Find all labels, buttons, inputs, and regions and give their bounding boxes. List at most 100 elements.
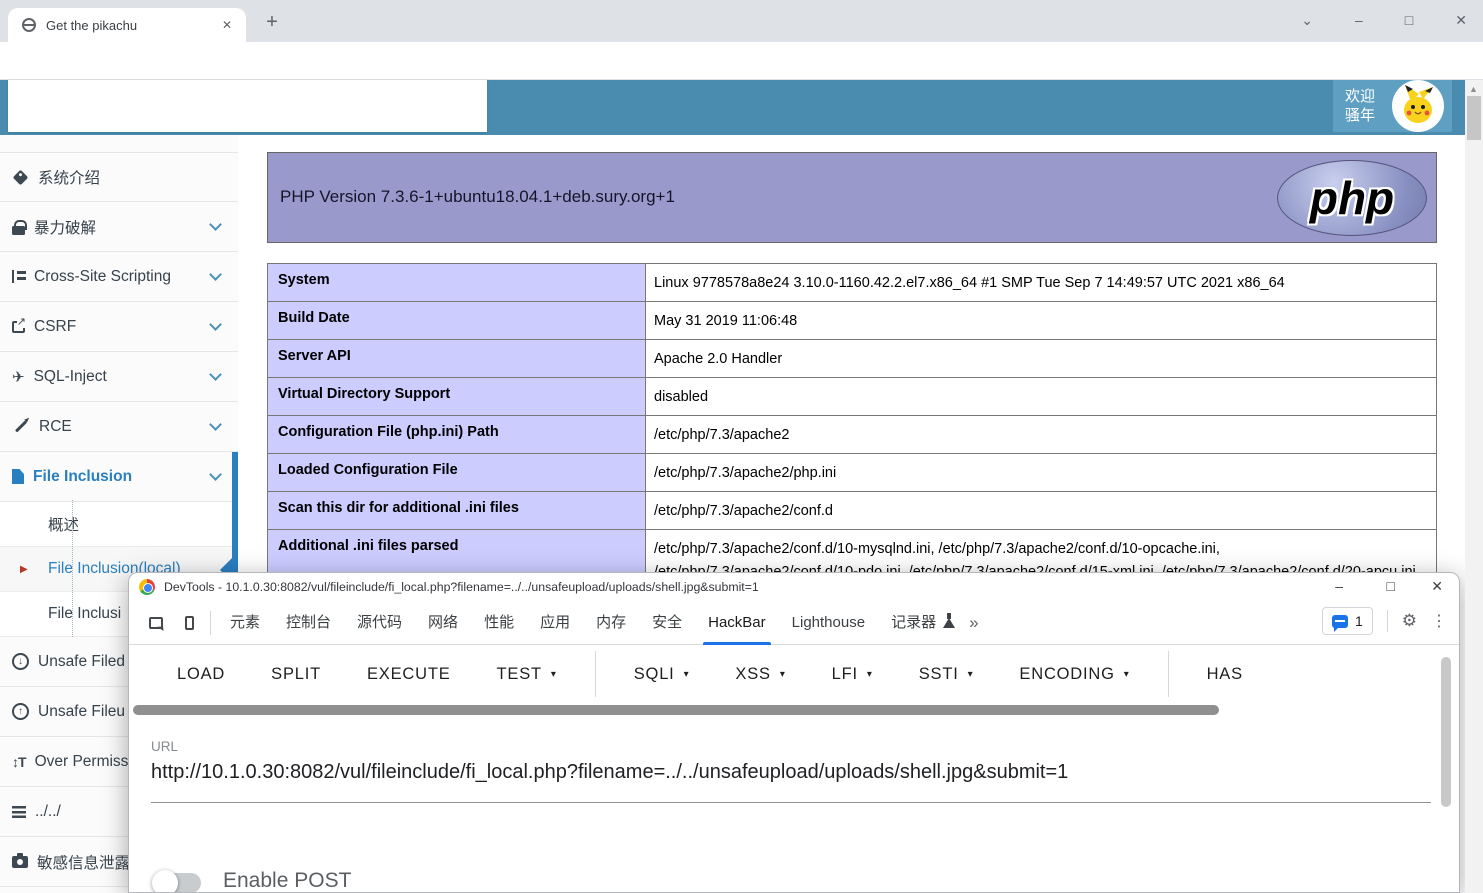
tab-console[interactable]: 控制台 — [273, 601, 344, 645]
file-icon — [12, 469, 24, 484]
row-value: May 31 2019 11:06:48 — [646, 302, 1436, 339]
row-value: Apache 2.0 Handler — [646, 340, 1436, 377]
sidebar-item-label: CSRF — [34, 318, 76, 336]
sidebar-item-label: Cross-Site Scripting — [34, 268, 171, 286]
scrollbar-up-arrow-icon[interactable]: ▲ — [1469, 84, 1478, 94]
more-tabs-icon[interactable]: » — [959, 613, 988, 633]
site-header: 欢迎 骚年 — [0, 80, 1465, 135]
hackbar-horizontal-scrollbar[interactable] — [133, 705, 1219, 715]
plane-icon: ✈ — [12, 368, 25, 386]
chevron-down-icon — [209, 318, 222, 331]
enable-post-label: Enable POST — [223, 869, 351, 893]
tab-recorder[interactable]: 记录器 — [878, 601, 949, 645]
devtools-close-button[interactable]: ✕ — [1425, 576, 1449, 597]
tab-sources[interactable]: 源代码 — [344, 601, 415, 645]
hashing-menu-button[interactable]: HAS — [1207, 665, 1243, 684]
sidebar-item-label: 系统介绍 — [38, 166, 100, 188]
page-scrollbar[interactable]: ▲ — [1465, 80, 1483, 893]
sidebar-item-file-inclusion[interactable]: File Inclusion — [0, 452, 238, 502]
issues-badge[interactable]: 1 — [1322, 607, 1373, 635]
sidebar-item-xss[interactable]: Cross-Site Scripting — [0, 252, 238, 302]
row-label: Scan this dir for additional .ini files — [268, 492, 646, 529]
welcome-box: 欢迎 骚年 — [1333, 80, 1452, 132]
inspect-element-icon[interactable] — [149, 617, 163, 629]
new-tab-button[interactable]: + — [258, 9, 286, 37]
row-label: Build Date — [268, 302, 646, 339]
tab-security[interactable]: 安全 — [639, 601, 695, 645]
devtools-vertical-scrollbar[interactable] — [1441, 657, 1451, 807]
row-value: /etc/php/7.3/apache2/conf.d — [646, 492, 1436, 529]
lfi-menu-button[interactable]: LFI▾ — [832, 665, 873, 684]
chevron-down-icon — [209, 218, 222, 231]
window-minimize-button[interactable]: – — [1349, 8, 1369, 32]
window-maximize-button[interactable]: □ — [1399, 8, 1419, 32]
sidebar-subitem-overview[interactable]: 概述 — [0, 502, 238, 547]
tag-icon — [13, 169, 29, 185]
browser-tab[interactable]: Get the pikachu ✕ — [8, 8, 246, 42]
row-value: disabled — [646, 378, 1436, 415]
sidebar-item-label: File Inclusion — [33, 468, 132, 486]
tab-title: Get the pikachu — [46, 18, 218, 33]
enable-post-toggle[interactable] — [155, 873, 201, 893]
devtools-menu-icon[interactable]: ⋮ — [1431, 611, 1447, 631]
caret-down-icon: ▾ — [867, 669, 873, 680]
table-row: Loaded Configuration File /etc/php/7.3/a… — [268, 454, 1436, 492]
globe-favicon-icon — [22, 18, 36, 32]
sidebar-item-sql-inject[interactable]: ✈ SQL-Inject — [0, 352, 238, 402]
load-button[interactable]: LOAD — [177, 665, 225, 684]
hackbar-divider — [595, 651, 596, 697]
execute-button[interactable]: EXECUTE — [367, 665, 451, 684]
devtools-maximize-button[interactable]: □ — [1381, 576, 1401, 596]
header-logo-box — [8, 80, 487, 132]
window-controls: ⌄ – □ ✕ — [1295, 0, 1473, 40]
sqli-menu-button[interactable]: SQLI▾ — [634, 665, 690, 684]
url-input[interactable]: http://10.1.0.30:8082/vul/fileinclude/fi… — [151, 761, 1436, 784]
tab-elements[interactable]: 元素 — [217, 601, 273, 645]
tab-lighthouse[interactable]: Lighthouse — [779, 601, 878, 645]
sidebar-item-label: SQL-Inject — [34, 368, 107, 386]
tab-search-icon[interactable]: ⌄ — [1295, 8, 1319, 33]
row-label: Server API — [268, 340, 646, 377]
sidebar-item-bruteforce[interactable]: 暴力破解 — [0, 202, 238, 252]
encoding-menu-button[interactable]: ENCODING▾ — [1019, 665, 1129, 684]
devtools-titlebar[interactable]: DevTools - 10.1.0.30:8082/vul/fileinclud… — [129, 573, 1459, 601]
controls-divider — [1387, 610, 1388, 632]
test-menu-button[interactable]: TEST▾ — [497, 665, 557, 684]
browser-toolbar: ← → ↻ ▲ 不安全 10.1.0.30:8082/vul/fileinclu… — [0, 42, 1483, 80]
row-value: /etc/php/7.3/apache2/php.ini — [646, 454, 1436, 491]
subitem-label: File Inclusi — [48, 605, 121, 623]
table-row: System Linux 9778578a8e24 3.10.0-1160.42… — [268, 264, 1436, 302]
chevron-down-icon — [209, 368, 222, 381]
sidebar-item-label: ../../ — [35, 803, 61, 821]
devtools-title: DevTools - 10.1.0.30:8082/vul/fileinclud… — [164, 580, 759, 594]
devtools-window: DevTools - 10.1.0.30:8082/vul/fileinclud… — [128, 572, 1460, 893]
tab-hackbar[interactable]: HackBar — [695, 601, 779, 645]
scrollbar-thumb[interactable] — [1467, 96, 1481, 140]
circle-down-icon: ↓ — [12, 653, 29, 670]
sidebar-item-label: Over Permiss — [35, 753, 129, 771]
phpinfo-banner: PHP Version 7.3.6-1+ubuntu18.04.1+deb.su… — [267, 152, 1437, 243]
tab-memory[interactable]: 内存 — [583, 601, 639, 645]
tab-close-icon[interactable]: ✕ — [218, 16, 236, 34]
tab-network[interactable]: 网络 — [415, 601, 471, 645]
device-toolbar-icon[interactable] — [185, 616, 194, 630]
xss-menu-button[interactable]: XSS▾ — [735, 665, 785, 684]
devtools-minimize-button[interactable]: – — [1329, 576, 1349, 596]
url-field-label: URL — [151, 739, 178, 754]
tab-performance[interactable]: 性能 — [471, 601, 527, 645]
active-marker-icon: ▶ — [20, 564, 28, 575]
sidebar-item-csrf[interactable]: CSRF — [0, 302, 238, 352]
flask-icon — [943, 618, 955, 628]
tab-application[interactable]: 应用 — [527, 601, 583, 645]
row-label: Virtual Directory Support — [268, 378, 646, 415]
gear-icon[interactable]: ⚙ — [1402, 611, 1417, 631]
sidebar-item-rce[interactable]: RCE — [0, 402, 238, 452]
ssti-menu-button[interactable]: SSTI▾ — [919, 665, 974, 684]
sidebar-item-system-intro[interactable]: 系统介绍 — [0, 152, 238, 202]
pencil-icon — [15, 420, 27, 432]
split-button[interactable]: SPLIT — [271, 665, 321, 684]
list-icon — [12, 806, 26, 818]
table-row: Scan this dir for additional .ini files … — [268, 492, 1436, 530]
hackbar-toolbar: LOAD SPLIT EXECUTE TEST▾ SQLI▾ XSS▾ LFI▾… — [129, 645, 1449, 703]
window-close-button[interactable]: ✕ — [1449, 8, 1473, 33]
